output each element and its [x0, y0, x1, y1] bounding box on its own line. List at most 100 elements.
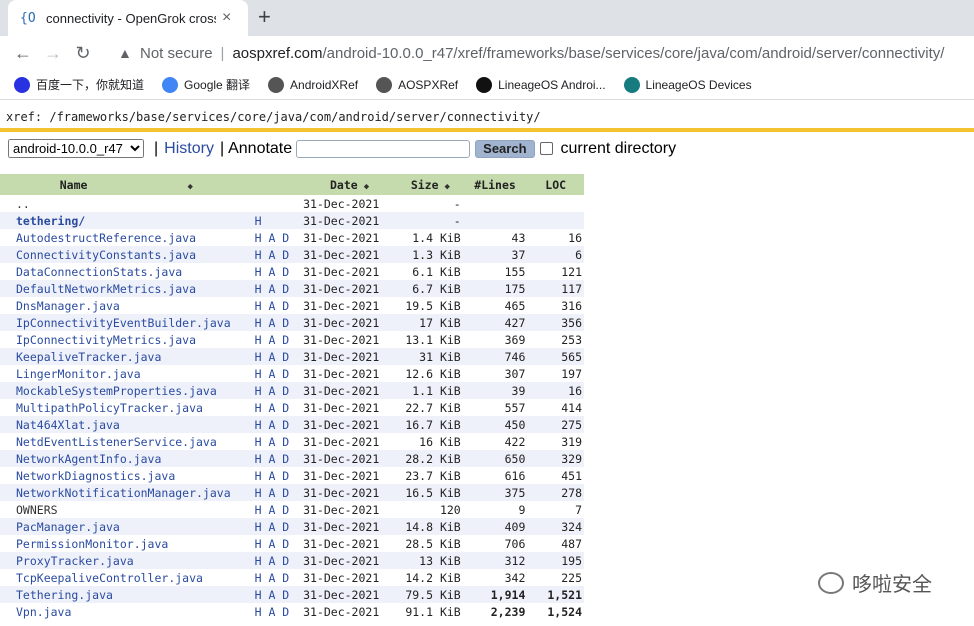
- file-name-link[interactable]: DnsManager.java: [0, 297, 253, 314]
- sort-icon[interactable]: ◆: [187, 182, 192, 192]
- column-header-date[interactable]: Date ◆: [301, 174, 399, 195]
- column-header-loc[interactable]: LOC: [527, 174, 584, 195]
- history-annotate-download-links[interactable]: H A D: [252, 467, 302, 484]
- line-count: 616: [462, 467, 528, 484]
- table-row: DataConnectionStats.java H A D 31-Dec-2021…: [0, 263, 584, 280]
- history-annotate-download-links[interactable]: H A D: [252, 569, 302, 586]
- bookmarks-bar: 百度一下，你就知道 Google 翻译 AndroidXRef AOSPXRef Lin…: [0, 70, 974, 100]
- browser-tab[interactable]: {O connectivity - OpenGrok cross ×: [8, 0, 248, 36]
- line-count: 422: [462, 433, 528, 450]
- loc-count: 324: [527, 518, 584, 535]
- browser-toolbar: ← → ↻ ▲ Not secure | aospxref.com/androi…: [0, 36, 974, 70]
- bookmark-0[interactable]: 百度一下，你就知道: [14, 76, 144, 93]
- history-annotate-download-links[interactable]: H A D: [252, 535, 302, 552]
- loc-count: 7: [527, 501, 584, 518]
- file-name-link[interactable]: Vpn.java: [0, 603, 253, 620]
- current-directory-checkbox[interactable]: [539, 142, 553, 155]
- sort-icon[interactable]: ◆: [445, 182, 450, 192]
- history-annotate-download-links[interactable]: H A D: [252, 263, 302, 280]
- file-name-link[interactable]: OWNERS: [0, 501, 253, 518]
- annotate-label[interactable]: Annotate: [228, 140, 292, 158]
- file-name-link[interactable]: tethering/: [0, 212, 253, 229]
- file-name-link[interactable]: NetdEventListenerService.java: [0, 433, 253, 450]
- history-annotate-download-links[interactable]: H A D: [252, 433, 302, 450]
- security-status[interactable]: Not secure: [140, 45, 213, 62]
- history-annotate-download-links[interactable]: H A D: [252, 365, 302, 382]
- column-header-size[interactable]: Size ◆: [398, 174, 463, 195]
- history-annotate-download-links[interactable]: H: [252, 212, 302, 229]
- version-select[interactable]: android-10.0.0_r47: [8, 139, 144, 158]
- history-annotate-download-links[interactable]: H A D: [252, 450, 302, 467]
- history-annotate-download-links[interactable]: [252, 195, 302, 212]
- history-annotate-download-links[interactable]: H A D: [252, 297, 302, 314]
- line-count: 706: [462, 535, 528, 552]
- warning-triangle-icon[interactable]: ▲: [118, 45, 136, 61]
- history-annotate-download-links[interactable]: H A D: [252, 603, 302, 620]
- history-annotate-download-links[interactable]: H A D: [252, 280, 302, 297]
- file-date: 31-Dec-2021: [301, 569, 399, 586]
- file-name-link[interactable]: PermissionMonitor.java: [0, 535, 253, 552]
- history-annotate-download-links[interactable]: H A D: [252, 586, 302, 603]
- bookmark-5[interactable]: LineageOS Devices: [623, 76, 752, 93]
- file-name-link[interactable]: MultipathPolicyTracker.java: [0, 399, 253, 416]
- file-name-link[interactable]: Nat464Xlat.java: [0, 416, 253, 433]
- bookmark-3[interactable]: AOSPXRef: [376, 76, 458, 93]
- file-name-link[interactable]: IpConnectivityEventBuilder.java: [0, 314, 253, 331]
- history-annotate-download-links[interactable]: H A D: [252, 399, 302, 416]
- file-name-link[interactable]: ..: [0, 195, 253, 212]
- bookmark-4[interactable]: LineageOS Androi...: [476, 76, 606, 93]
- history-annotate-download-links[interactable]: H A D: [252, 484, 302, 501]
- history-annotate-download-links[interactable]: H A D: [252, 416, 302, 433]
- history-annotate-download-links[interactable]: H A D: [252, 552, 302, 569]
- line-count: 450: [462, 416, 528, 433]
- sort-icon[interactable]: ◆: [364, 182, 369, 192]
- line-count: 175: [462, 280, 528, 297]
- table-row: NetdEventListenerService.java H A D 31-Dec…: [0, 433, 584, 450]
- file-name-link[interactable]: PacManager.java: [0, 518, 253, 535]
- line-count: 2,239: [462, 603, 528, 620]
- history-annotate-download-links[interactable]: H A D: [252, 246, 302, 263]
- file-name-link[interactable]: AutodestructReference.java: [0, 229, 253, 246]
- file-name-link[interactable]: ProxyTracker.java: [0, 552, 253, 569]
- new-tab-icon[interactable]: +: [258, 4, 271, 30]
- search-input[interactable]: [296, 139, 471, 158]
- xref-path: xref: /frameworks/base/services/core/jav…: [0, 106, 974, 132]
- file-size: 12.6 KiB: [398, 365, 463, 382]
- url-text[interactable]: aospxref.com/android-10.0.0_r47/xref/fra…: [232, 45, 944, 62]
- file-name-link[interactable]: NetworkAgentInfo.java: [0, 450, 253, 467]
- file-name-link[interactable]: NetworkDiagnostics.java: [0, 467, 253, 484]
- history-annotate-download-links[interactable]: H A D: [252, 382, 302, 399]
- file-name-link[interactable]: LingerMonitor.java: [0, 365, 253, 382]
- history-annotate-download-links[interactable]: H A D: [252, 331, 302, 348]
- history-annotate-download-links[interactable]: H A D: [252, 314, 302, 331]
- table-row: DefaultNetworkMetrics.java H A D 31-Dec-20…: [0, 280, 584, 297]
- history-annotate-download-links[interactable]: H A D: [252, 518, 302, 535]
- current-directory-label: current directory: [560, 139, 677, 157]
- file-name-link[interactable]: DataConnectionStats.java: [0, 263, 253, 280]
- table-header-row: Name ◆ Date ◆ Size ◆ #Lines LOC: [0, 174, 584, 195]
- file-name-link[interactable]: KeepaliveTracker.java: [0, 348, 253, 365]
- search-button[interactable]: Search: [475, 139, 535, 158]
- history-link[interactable]: History: [164, 140, 214, 158]
- address-bar[interactable]: ▲ Not secure | aospxref.com/android-10.0…: [108, 38, 974, 68]
- close-icon[interactable]: ×: [222, 9, 231, 27]
- file-name-link[interactable]: DefaultNetworkMetrics.java: [0, 280, 253, 297]
- table-row: MockableSystemProperties.java H A D 31-Dec…: [0, 382, 584, 399]
- bookmark-2[interactable]: AndroidXRef: [268, 76, 358, 93]
- file-name-link[interactable]: MockableSystemProperties.java: [0, 382, 253, 399]
- bookmark-1[interactable]: Google 翻译: [162, 76, 250, 93]
- history-annotate-download-links[interactable]: H A D: [252, 501, 302, 518]
- file-name-link[interactable]: Tethering.java: [0, 586, 253, 603]
- history-annotate-download-links[interactable]: H A D: [252, 229, 302, 246]
- column-header-lines[interactable]: #Lines: [462, 174, 528, 195]
- file-size: 28.2 KiB: [398, 450, 463, 467]
- file-name-link[interactable]: TcpKeepaliveController.java: [0, 569, 253, 586]
- column-header-name[interactable]: Name ◆: [0, 174, 253, 195]
- file-name-link[interactable]: ConnectivityConstants.java: [0, 246, 253, 263]
- history-annotate-download-links[interactable]: H A D: [252, 348, 302, 365]
- file-name-link[interactable]: NetworkNotificationManager.java: [0, 484, 253, 501]
- back-arrow-icon[interactable]: ←: [8, 43, 38, 64]
- file-name-link[interactable]: IpConnectivityMetrics.java: [0, 331, 253, 348]
- reload-icon[interactable]: ↻: [68, 43, 98, 64]
- forward-arrow-icon[interactable]: →: [38, 43, 68, 64]
